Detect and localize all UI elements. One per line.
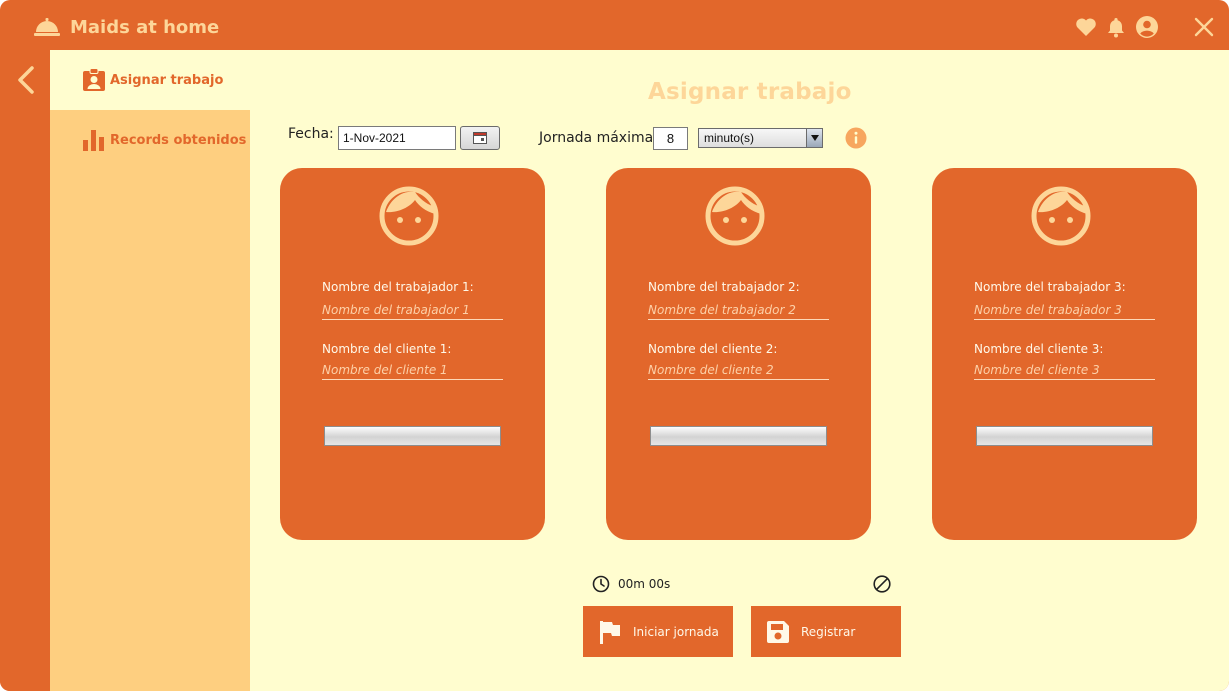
sidebar <box>50 110 250 691</box>
save-icon <box>767 620 789 643</box>
client-name-label: Nombre del cliente 1: <box>322 342 452 356</box>
worker-name-input[interactable]: Nombre del trabajador 1 <box>322 302 503 320</box>
info-icon[interactable] <box>845 127 867 149</box>
calendar-icon <box>473 132 487 144</box>
worker-name-label: Nombre del trabajador 2: <box>648 280 800 294</box>
client-name-input[interactable]: Nombre del cliente 3 <box>974 362 1155 380</box>
sidebar-item-label: Records obtenidos <box>110 132 247 148</box>
cancel-icon[interactable] <box>872 574 892 594</box>
worker-progress-bar <box>650 426 827 446</box>
close-icon[interactable] <box>1192 15 1216 39</box>
bell-icon[interactable] <box>1104 15 1128 39</box>
start-shift-button[interactable]: Iniciar jornada <box>583 606 733 657</box>
face-icon <box>705 186 765 246</box>
date-field[interactable]: 1-Nov-2021 <box>338 126 456 150</box>
face-icon <box>379 186 439 246</box>
fecha-label: Fecha: <box>288 126 334 142</box>
sidebar-item-records[interactable]: Records obtenidos <box>82 128 246 152</box>
unit-select[interactable]: minuto(s) <box>698 128 823 148</box>
client-name-label: Nombre del cliente 3: <box>974 342 1104 356</box>
register-label: Registrar <box>801 624 856 639</box>
title-bar: Maids at home <box>0 0 1229 50</box>
user-account-icon[interactable] <box>1135 15 1159 39</box>
start-shift-label: Iniciar jornada <box>633 624 719 639</box>
worker-name-label: Nombre del trabajador 1: <box>322 280 474 294</box>
heart-icon[interactable] <box>1074 15 1098 39</box>
bar-chart-icon <box>83 130 104 151</box>
jornada-spinner[interactable]: 8 <box>653 127 688 150</box>
worker-name-label: Nombre del trabajador 3: <box>974 280 1126 294</box>
client-name-input[interactable]: Nombre del cliente 2 <box>648 362 829 380</box>
worker-card-1: Nombre del trabajador 1: Nombre del trab… <box>280 168 545 540</box>
flag-icon <box>600 620 620 644</box>
clock-icon <box>592 575 610 593</box>
worker-name-input[interactable]: Nombre del trabajador 3 <box>974 302 1155 320</box>
worker-name-input[interactable]: Nombre del trabajador 2 <box>648 302 829 320</box>
app-window: Maids at home Asignar trabajo Records ob… <box>0 0 1229 691</box>
client-name-input[interactable]: Nombre del cliente 1 <box>322 362 503 380</box>
worker-progress-bar <box>324 426 501 446</box>
worker-card-2: Nombre del trabajador 2: Nombre del trab… <box>606 168 871 540</box>
worker-progress-bar <box>976 426 1153 446</box>
client-name-label: Nombre del cliente 2: <box>648 342 778 356</box>
jornada-label: Jornada máxima: <box>539 130 658 146</box>
sidebar-item-label: Asignar trabajo <box>110 72 224 88</box>
calendar-button[interactable] <box>460 126 500 150</box>
clipboard-user-icon <box>83 68 105 91</box>
left-strip <box>0 50 50 691</box>
sidebar-item-asignar-trabajo[interactable]: Asignar trabajo <box>82 68 223 92</box>
page-title: Asignar trabajo <box>648 79 852 105</box>
timer-display: 00m 00s <box>618 577 671 591</box>
app-title: Maids at home <box>70 17 220 38</box>
unit-select-value: minuto(s) <box>704 131 755 145</box>
chevron-down-icon <box>806 129 822 147</box>
register-button[interactable]: Registrar <box>751 606 901 657</box>
cloche-icon <box>34 18 60 36</box>
worker-card-3: Nombre del trabajador 3: Nombre del trab… <box>932 168 1197 540</box>
face-icon <box>1031 186 1091 246</box>
back-arrow-icon[interactable] <box>12 64 40 96</box>
